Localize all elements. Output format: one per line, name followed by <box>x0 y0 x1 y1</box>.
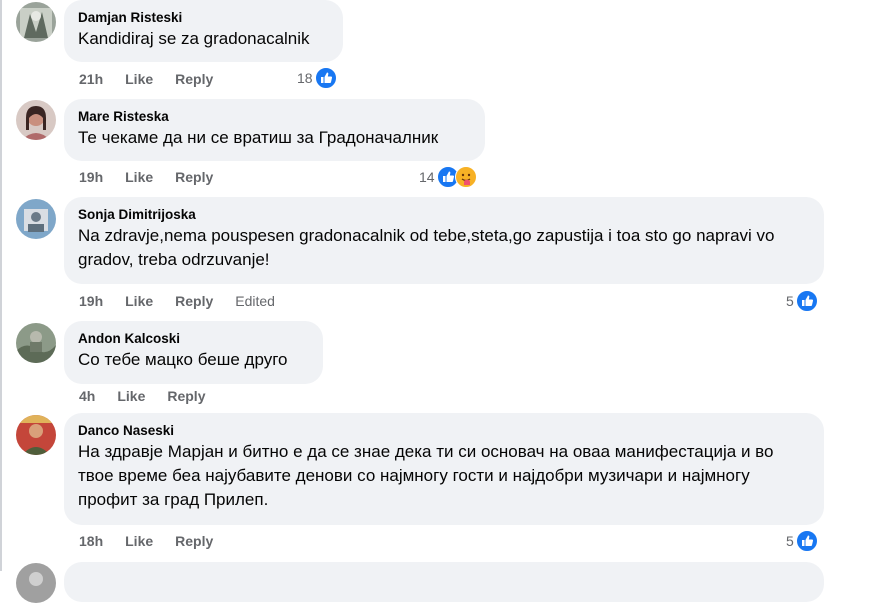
reply-button[interactable]: Reply <box>175 293 213 309</box>
care-icon <box>454 166 477 188</box>
comment-author[interactable]: Sonja Dimitrijoska <box>78 206 810 224</box>
avatar[interactable] <box>16 100 56 140</box>
comment-timestamp[interactable]: 4h <box>79 388 95 404</box>
comment-timestamp[interactable]: 19h <box>79 293 103 309</box>
avatar[interactable] <box>16 415 56 455</box>
edited-label: Edited <box>235 293 275 309</box>
comment-text: На здравје Марјан и битно е да се знае д… <box>78 442 774 509</box>
comment-timestamp[interactable]: 18h <box>79 533 103 549</box>
reaction-count: 14 <box>419 169 435 185</box>
like-icon <box>795 290 818 312</box>
comment-bubble: Mare Risteska Те чекаме да ни се вратиш … <box>64 99 485 161</box>
reply-button[interactable]: Reply <box>175 71 213 87</box>
comment-bubble: Andon Kalcoski Со тебе мацко беше друго <box>64 321 323 384</box>
comment-text: Kandidiraj se za gradonacalnik <box>78 29 310 48</box>
avatar[interactable] <box>16 199 56 239</box>
reaction-count: 18 <box>297 70 313 86</box>
reaction-summary[interactable]: 14 <box>419 166 477 188</box>
like-button[interactable]: Like <box>125 533 153 549</box>
like-button[interactable]: Like <box>117 388 145 404</box>
comment-timestamp[interactable]: 21h <box>79 71 103 87</box>
comment-text: Na zdravje,nema pouspesen gradonacalnik … <box>78 226 775 269</box>
thread-line <box>0 0 2 571</box>
comment-text: Те чекаме да ни се вратиш за Градоначалн… <box>78 128 439 147</box>
reply-button[interactable]: Reply <box>167 388 205 404</box>
reaction-summary[interactable]: 18 <box>297 67 337 89</box>
comment-bubble <box>64 562 824 602</box>
comment-bubble: Danco Naseski На здравје Марјан и битно … <box>64 413 824 525</box>
reaction-count: 5 <box>786 293 794 309</box>
reply-button[interactable]: Reply <box>175 169 213 185</box>
like-button[interactable]: Like <box>125 71 153 87</box>
reaction-count: 5 <box>786 533 794 549</box>
like-icon <box>795 530 818 552</box>
comment-author[interactable]: Mare Risteska <box>78 108 471 126</box>
reply-button[interactable]: Reply <box>175 533 213 549</box>
comment-author[interactable]: Andon Kalcoski <box>78 330 309 348</box>
like-button[interactable]: Like <box>125 293 153 309</box>
reaction-summary[interactable]: 5 <box>786 290 818 312</box>
avatar[interactable] <box>16 2 56 42</box>
comment-bubble: Damjan Risteski Kandidiraj se za gradona… <box>64 0 343 62</box>
comment-author[interactable]: Danco Naseski <box>78 422 810 440</box>
comment-text: Со тебе мацко беше друго <box>78 350 288 369</box>
like-button[interactable]: Like <box>125 169 153 185</box>
like-icon <box>314 67 337 89</box>
avatar[interactable] <box>16 323 56 363</box>
comment-author[interactable]: Damjan Risteski <box>78 9 329 27</box>
reaction-summary[interactable]: 5 <box>786 530 818 552</box>
comment-timestamp[interactable]: 19h <box>79 169 103 185</box>
comment-bubble: Sonja Dimitrijoska Na zdravje,nema pousp… <box>64 197 824 284</box>
avatar[interactable] <box>16 563 56 603</box>
